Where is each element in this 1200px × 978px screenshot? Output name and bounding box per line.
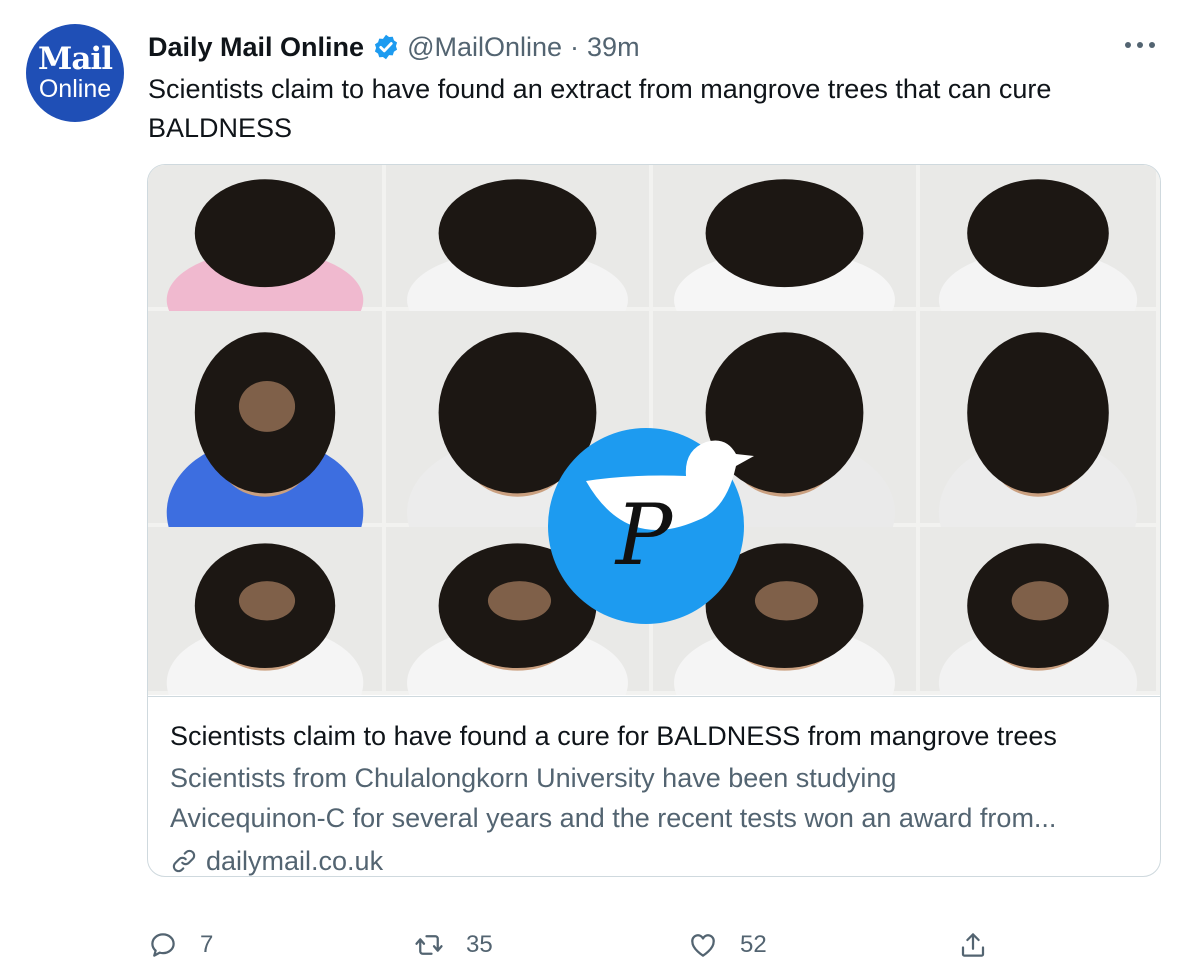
avatar-logo-line1: Mail [38, 41, 113, 77]
link-icon [172, 849, 196, 873]
hair-shape [967, 332, 1109, 494]
scalp-patch [1011, 581, 1069, 621]
tweet-actions: 7 35 52 [148, 925, 1158, 965]
reply-button[interactable]: 7 [148, 925, 213, 965]
scalp-patch [238, 581, 296, 621]
share-icon [961, 933, 985, 957]
hair-shape [194, 179, 336, 288]
card-description: Scientists from Chulalongkorn University… [170, 758, 1145, 838]
tweet-text: Scientists claim to have found an extrac… [148, 74, 1052, 143]
separator-dot: · [570, 31, 580, 62]
card-description-line2: Avicequinon-C for several years and the … [170, 803, 1057, 833]
hair-shape [967, 179, 1109, 288]
tweet-header: Daily Mail Online @MailOnline · 39m [148, 30, 640, 64]
avatar-logo-line2: Online [38, 75, 112, 103]
hair-photo-grid: P [148, 165, 1156, 695]
account-handle[interactable]: @MailOnline [407, 32, 562, 63]
link-card[interactable]: P Scientists claim to have found a cure … [147, 164, 1161, 877]
avatar[interactable]: Mail Online [26, 24, 124, 122]
retweet-icon [415, 935, 443, 955]
scalp-patch [754, 581, 819, 621]
card-description-line1: Scientists from Chulalongkorn University… [170, 763, 897, 793]
scalp-patch [487, 581, 552, 621]
hair-shape [705, 179, 864, 288]
tweet-timestamp[interactable]: 39m [587, 32, 640, 63]
scalp-patch [238, 380, 296, 432]
tweet[interactable]: Mail Online Daily Mail Online @MailOnlin… [0, 0, 1200, 978]
card-domain[interactable]: dailymail.co.uk [170, 844, 384, 876]
reply-icon [151, 933, 175, 957]
more-icon[interactable] [1118, 30, 1162, 60]
like-button[interactable]: 52 [688, 925, 767, 965]
share-button[interactable] [958, 925, 988, 965]
card-image: P [148, 165, 1160, 695]
card-domain-text: dailymail.co.uk [206, 846, 384, 876]
retweet-count: 35 [466, 931, 493, 958]
card-title: Scientists claim to have found a cure fo… [170, 721, 1057, 751]
retweet-button[interactable]: 35 [414, 925, 493, 965]
hair-shape [438, 179, 597, 288]
watermark-letter: P [614, 486, 674, 584]
like-icon [691, 934, 715, 957]
account-name[interactable]: Daily Mail Online [148, 32, 364, 63]
verified-badge-icon [374, 34, 398, 60]
reply-count: 7 [200, 931, 214, 958]
like-count: 52 [740, 931, 767, 958]
card-text-area: Scientists claim to have found a cure fo… [148, 696, 1160, 876]
